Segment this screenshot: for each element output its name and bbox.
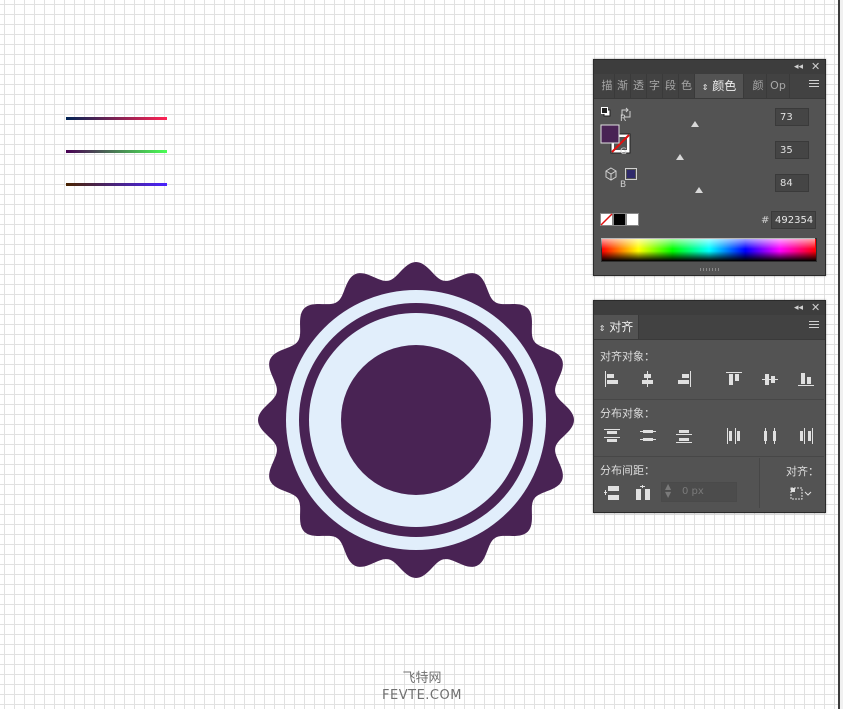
align-vertical-centers-icon[interactable] (760, 369, 780, 389)
tab-gradient[interactable]: 渐 (615, 74, 631, 98)
spectrum-highlight (601, 238, 815, 249)
align-objects-label: 对齐对象： (600, 350, 655, 363)
align-right-edges-icon[interactable] (674, 369, 694, 389)
tab-transparency[interactable]: 透 (631, 74, 647, 98)
channel-g-slider-thumb[interactable] (675, 154, 684, 160)
distribute-left-edges-icon[interactable] (724, 426, 744, 446)
tab-align[interactable]: ⇕ 对齐 (594, 315, 639, 339)
tab-opentype[interactable]: Op (767, 74, 790, 98)
distribute-objects-label: 分布对象： (600, 407, 655, 420)
horizontal-distribute-space-icon[interactable] (633, 483, 653, 503)
vertical-distribute-space-icon[interactable] (602, 483, 622, 503)
double-chevron-left-icon[interactable]: ◂◂ (794, 301, 803, 315)
badge-center-dot[interactable] (341, 345, 491, 495)
close-icon[interactable]: ✕ (811, 60, 820, 74)
align-to-label: 对齐： (786, 465, 819, 478)
panel-menu-icon[interactable] (809, 80, 819, 90)
tab-swatches[interactable]: 色 (679, 74, 695, 98)
distribute-top-edges-icon[interactable] (602, 426, 622, 446)
white-swatch[interactable] (626, 213, 639, 226)
distribute-vertical-centers-icon[interactable] (638, 426, 658, 446)
black-swatch[interactable] (613, 213, 626, 226)
distribute-bottom-edges-icon[interactable] (674, 426, 694, 446)
channel-r-slider-thumb[interactable] (690, 121, 699, 127)
out-of-gamut-cube-icon[interactable] (604, 167, 618, 181)
tab-color-guide[interactable]: 颜 (750, 74, 767, 98)
spacing-value-input[interactable]: 0 px (661, 482, 737, 502)
watermark-domain: FEVTE.COM (382, 688, 462, 703)
tab-reorder-icon: ⇕ (701, 83, 709, 92)
channel-r-slider-track[interactable] (66, 117, 167, 120)
tab-reorder-icon: ⇕ (598, 324, 606, 333)
watermark-chinese: 飞特网 (402, 671, 442, 686)
badge-artwork[interactable] (255, 262, 577, 582)
web-safe-color-swatch[interactable] (625, 168, 637, 180)
panel-resize-grip[interactable] (700, 268, 720, 271)
fill-stroke-swatch[interactable] (600, 124, 632, 156)
hex-input[interactable]: 492354 (771, 211, 816, 229)
section-divider (594, 399, 824, 400)
distribute-spacing-label: 分布间距： (600, 464, 655, 477)
align-bottom-edges-icon[interactable] (796, 369, 816, 389)
tab-align-label: 对齐 (609, 320, 634, 334)
align-top-edges-icon[interactable] (724, 369, 744, 389)
distribute-horizontal-centers-icon[interactable] (760, 426, 780, 446)
section-divider (594, 456, 824, 457)
tab-character[interactable]: 字 (647, 74, 663, 98)
panel-title-bar[interactable]: ◂◂ ✕ (594, 60, 825, 74)
channel-g-input[interactable]: 35 (775, 141, 809, 159)
hex-symbol: # (761, 215, 770, 226)
tab-stroke[interactable]: 描 (600, 74, 615, 98)
close-icon[interactable]: ✕ (811, 301, 820, 315)
panel-tab-strip: 描 渐 透 字 段 色 ⇕ 颜色 颜 Op (594, 74, 825, 99)
panel-title-bar[interactable]: ◂◂ ✕ (594, 301, 825, 315)
channel-g-label: G (620, 147, 627, 157)
channel-g-slider-track[interactable] (66, 150, 167, 153)
spacing-stepper-icon[interactable]: ▲ ▼ (665, 483, 671, 499)
default-fill-stroke-icon[interactable] (601, 107, 611, 117)
align-to-dropdown[interactable] (788, 483, 814, 503)
channel-b-slider-thumb[interactable] (695, 187, 704, 193)
tab-color[interactable]: ⇕ 颜色 (695, 74, 744, 98)
align-left-edges-icon[interactable] (602, 369, 622, 389)
channel-r-label: R (620, 114, 627, 124)
tab-paragraph[interactable]: 段 (663, 74, 679, 98)
channel-b-slider-track[interactable] (66, 183, 167, 186)
channel-b-input[interactable]: 84 (775, 174, 809, 192)
panel-tab-strip: ⇕ 对齐 (594, 315, 825, 340)
channel-b-label: B (620, 180, 627, 190)
double-chevron-left-icon[interactable]: ◂◂ (794, 60, 803, 74)
distribute-right-edges-icon[interactable] (796, 426, 816, 446)
channel-r-input[interactable]: 73 (775, 108, 809, 126)
panel-menu-icon[interactable] (809, 321, 819, 331)
none-black-white-swatches (600, 213, 639, 226)
section-divider-vertical (759, 458, 760, 508)
align-horizontal-centers-icon[interactable] (637, 369, 657, 389)
tab-color-label: 颜色 (712, 79, 737, 93)
